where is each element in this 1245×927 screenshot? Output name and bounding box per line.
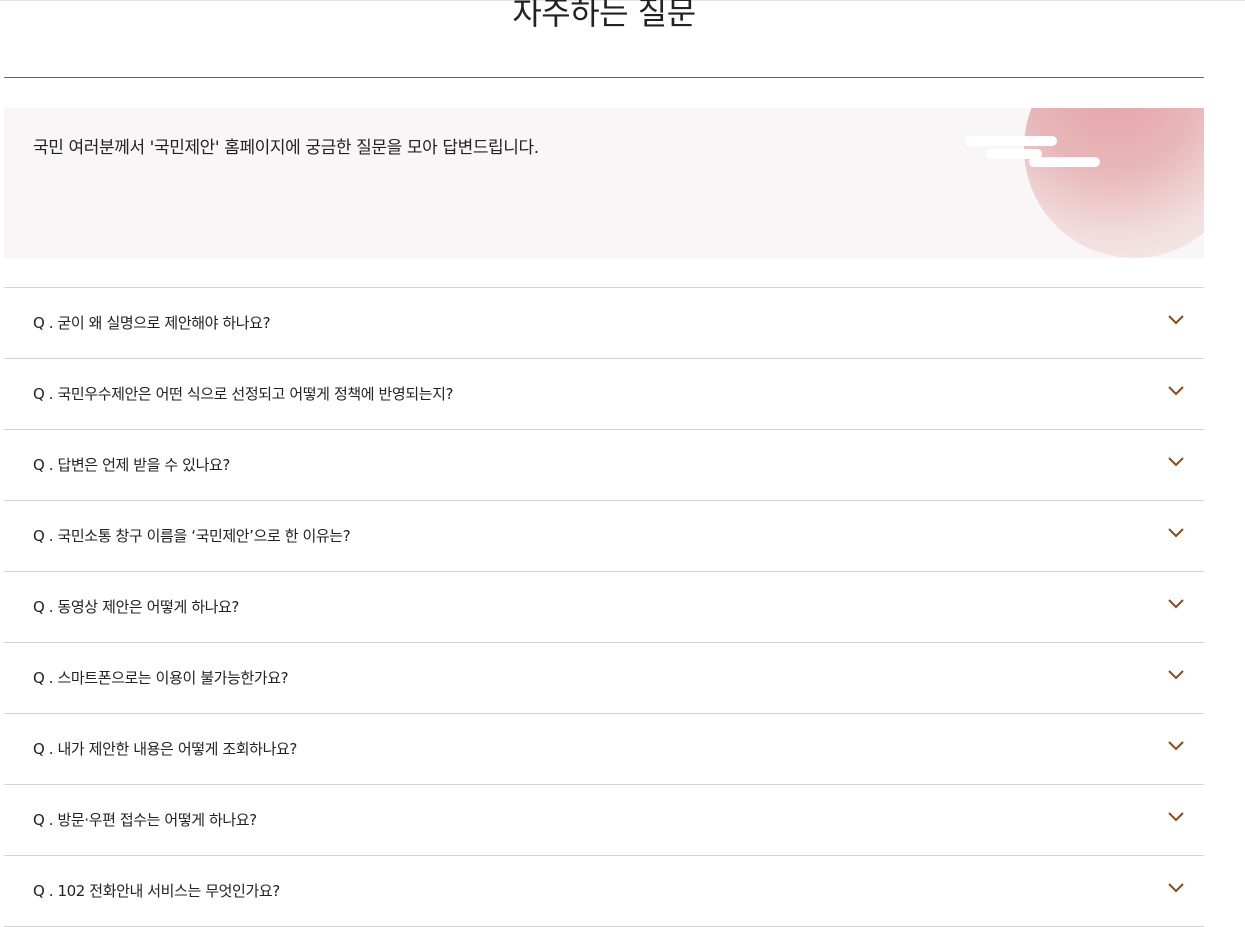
chevron-down-icon[interactable] — [1168, 527, 1184, 539]
faq-item[interactable]: Q . 방문·우편 접수는 어떻게 하나요? — [4, 785, 1204, 856]
title-divider — [4, 77, 1204, 78]
sun-illustration — [1024, 108, 1204, 258]
chevron-down-icon[interactable] — [1168, 811, 1184, 823]
chevron-down-icon[interactable] — [1168, 385, 1184, 397]
faq-item[interactable]: Q . 102 전화안내 서비스는 무엇인가요? — [4, 856, 1204, 927]
chevron-down-icon[interactable] — [1168, 669, 1184, 681]
chevron-down-icon[interactable] — [1168, 882, 1184, 894]
faq-item[interactable]: Q . 스마트폰으로는 이용이 불가능한가요? — [4, 643, 1204, 714]
faq-question: Q . 답변은 언제 받을 수 있나요? — [33, 456, 230, 474]
faq-question: Q . 내가 제안한 내용은 어떻게 조회하나요? — [33, 740, 297, 758]
faq-item[interactable]: Q . 국민소통 창구 이름을 ‘국민제안’으로 한 이유는? — [4, 501, 1204, 572]
faq-question: Q . 스마트폰으로는 이용이 불가능한가요? — [33, 669, 289, 687]
cloud-decoration — [1029, 157, 1100, 167]
faq-question: Q . 국민소통 창구 이름을 ‘국민제안’으로 한 이유는? — [33, 527, 351, 545]
faq-item[interactable]: Q . 국민우수제안은 어떤 식으로 선정되고 어떻게 정책에 반영되는지? — [4, 359, 1204, 430]
faq-question: Q . 굳이 왜 실명으로 제안해야 하나요? — [33, 314, 271, 332]
faq-question: Q . 동영상 제안은 어떻게 하나요? — [33, 598, 239, 616]
faq-item[interactable]: Q . 답변은 언제 받을 수 있나요? — [4, 430, 1204, 501]
chevron-down-icon[interactable] — [1168, 456, 1184, 468]
intro-text: 국민 여러분께서 '국민제안' 홈페이지에 궁금한 질문을 모아 답변드립니다. — [33, 138, 539, 158]
chevron-down-icon[interactable] — [1168, 740, 1184, 752]
faq-list: Q . 굳이 왜 실명으로 제안해야 하나요? Q . 국민우수제안은 어떤 식… — [4, 287, 1204, 927]
faq-item[interactable]: Q . 동영상 제안은 어떻게 하나요? — [4, 572, 1204, 643]
faq-item[interactable]: Q . 내가 제안한 내용은 어떻게 조회하나요? — [4, 714, 1204, 785]
cloud-decoration — [965, 136, 1057, 146]
faq-question: Q . 방문·우편 접수는 어떻게 하나요? — [33, 811, 257, 829]
intro-banner: 국민 여러분께서 '국민제안' 홈페이지에 궁금한 질문을 모아 답변드립니다. — [4, 108, 1204, 258]
faq-question: Q . 국민우수제안은 어떤 식으로 선정되고 어떻게 정책에 반영되는지? — [33, 385, 454, 403]
page-title: 자주하는 질문 — [512, 0, 696, 32]
chevron-down-icon[interactable] — [1168, 314, 1184, 326]
faq-item[interactable]: Q . 굳이 왜 실명으로 제안해야 하나요? — [4, 288, 1204, 359]
chevron-down-icon[interactable] — [1168, 598, 1184, 610]
